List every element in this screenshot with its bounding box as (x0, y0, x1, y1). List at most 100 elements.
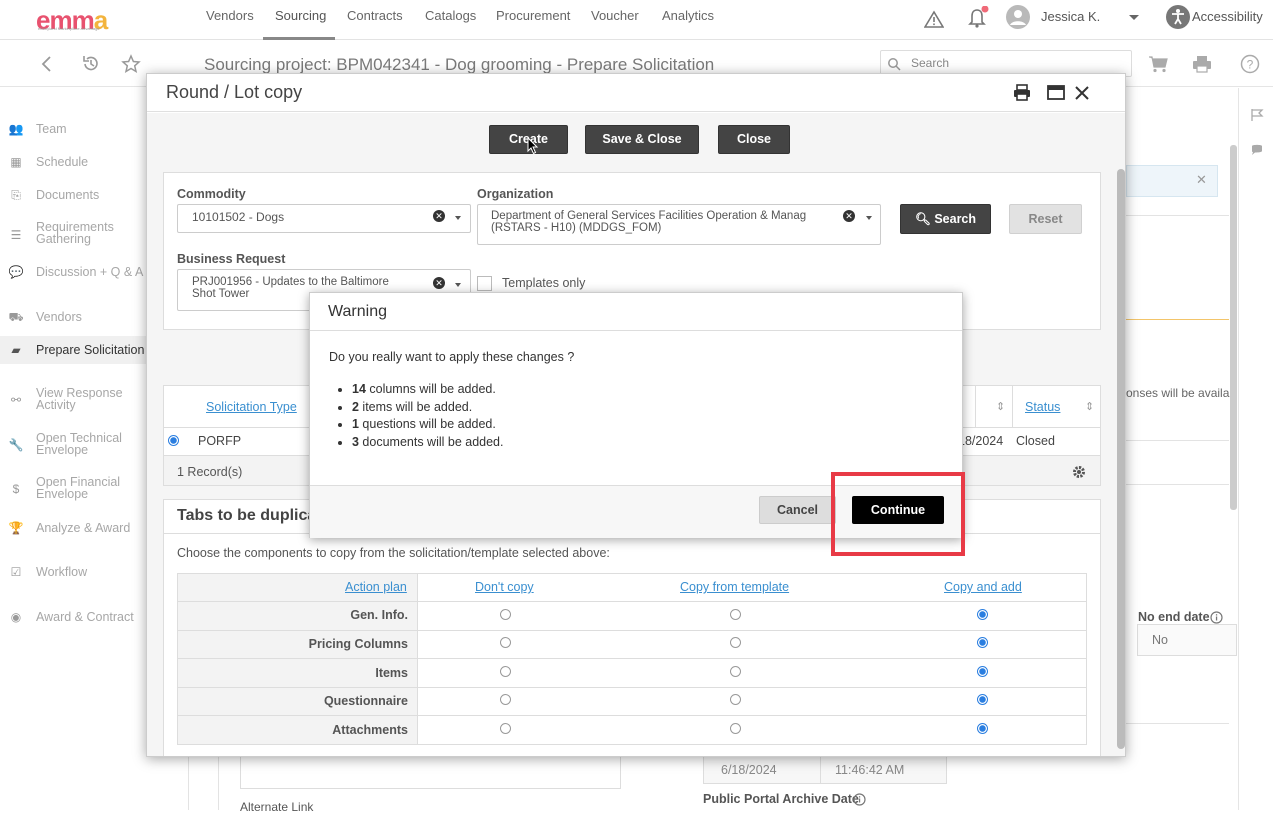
sidebar-item-discussion[interactable]: 💬 Discussion + Q & A (8, 265, 144, 279)
dont-copy-header[interactable]: Don't copy (475, 580, 534, 594)
time-value: 11:46:42 AM (835, 763, 905, 777)
sort-icon[interactable]: ⇕ (1085, 400, 1094, 413)
sidebar-item-vendors[interactable]: ⛟ Vendors (8, 310, 81, 326)
nav-catalogs[interactable]: Catalogs (425, 8, 476, 23)
page-scrollbar[interactable] (1230, 145, 1237, 510)
gear-icon[interactable] (1072, 465, 1086, 479)
sidebar-item-requirements[interactable]: ☰ Requirements Gathering (8, 221, 148, 246)
sidebar-item-analyze-award[interactable]: 🏆 Analyze & Award (8, 521, 131, 535)
tabs-instruction: Choose the components to copy from the s… (177, 546, 610, 560)
sidebar-item-open-technical[interactable]: 🔧 Open Technical Envelope (8, 432, 128, 457)
cart-icon[interactable] (1148, 55, 1168, 73)
sidebar-item-award-contract[interactable]: ◉ Award & Contract (8, 610, 134, 624)
cancel-button[interactable]: Cancel (759, 496, 836, 524)
items-copy-template-radio[interactable] (730, 666, 741, 677)
printer-icon[interactable] (1192, 55, 1212, 73)
row-label-pricing-columns: Pricing Columns (308, 637, 408, 651)
help-icon[interactable]: ? (1240, 54, 1260, 74)
modal-scrollbar[interactable] (1117, 169, 1125, 749)
sidebar-item-documents[interactable]: ⎘ Documents (8, 188, 99, 203)
user-name[interactable]: Jessica K. (1041, 9, 1100, 24)
right-rail-divider (1238, 88, 1239, 810)
row-select-radio[interactable] (168, 435, 179, 446)
warning-header (310, 293, 962, 331)
gen-info-dont-copy-radio[interactable] (500, 609, 511, 620)
close-banner-icon[interactable]: ✕ (1196, 172, 1207, 188)
column-divider (1012, 386, 1013, 428)
emma-logo[interactable]: emma (36, 5, 108, 36)
bg-textarea[interactable] (240, 757, 621, 789)
items-dont-copy-radio[interactable] (500, 666, 511, 677)
flag-icon[interactable] (1250, 108, 1264, 122)
status-column[interactable]: Status (1025, 400, 1060, 414)
row-solicitation-type: PORFP (198, 434, 242, 448)
clear-business-request-icon[interactable]: ✕ (433, 277, 445, 289)
questionnaire-copy-add-radio[interactable] (977, 694, 988, 705)
star-icon[interactable] (121, 54, 141, 74)
gen-info-copy-add-radio[interactable] (977, 609, 988, 620)
sort-icon[interactable]: ⇕ (996, 400, 1005, 413)
questionnaire-dont-copy-radio[interactable] (500, 694, 511, 705)
nav-analytics[interactable]: Analytics (662, 8, 714, 23)
items-copy-add-radio[interactable] (977, 666, 988, 677)
nav-sourcing[interactable]: Sourcing (275, 8, 326, 23)
attachments-dont-copy-radio[interactable] (500, 723, 511, 734)
accessibility-label[interactable]: Accessibility (1192, 9, 1263, 24)
sidebar-item-schedule[interactable]: ▦ Schedule (8, 155, 88, 169)
sidebar-item-workflow[interactable]: ☑ Workflow (8, 565, 88, 579)
attachments-copy-template-radio[interactable] (730, 723, 741, 734)
sidebar-item-team[interactable]: 👥 Team (8, 122, 67, 136)
info-icon (853, 793, 866, 806)
nav-voucher[interactable]: Voucher (591, 8, 639, 23)
nav-vendors[interactable]: Vendors (206, 8, 254, 23)
highlight-box (831, 472, 965, 556)
clear-organization-icon[interactable]: ✕ (843, 210, 855, 222)
reset-button[interactable]: Reset (1009, 204, 1082, 234)
maximize-icon[interactable] (1047, 85, 1065, 100)
grid-row-line (178, 658, 1086, 659)
clear-commodity-icon[interactable]: ✕ (433, 210, 445, 222)
comment-icon[interactable] (1250, 143, 1264, 157)
warning-title: Warning (328, 303, 387, 320)
print-icon[interactable] (1013, 84, 1031, 102)
questionnaire-copy-template-radio[interactable] (730, 694, 741, 705)
dollar-icon: $ (12, 482, 20, 496)
bg-divider-accent (1126, 319, 1229, 320)
sidebar-item-open-financial[interactable]: $ Open Financial Envelope (8, 476, 128, 501)
back-arrow-icon[interactable] (40, 56, 54, 72)
warning-triangle-icon[interactable] (924, 10, 944, 28)
users-icon: 👥 (8, 122, 24, 136)
organization-label: Organization (477, 187, 554, 201)
pricing-copy-template-radio[interactable] (730, 637, 741, 648)
components-label-column (178, 574, 418, 744)
copy-and-add-header[interactable]: Copy and add (944, 580, 1022, 594)
templates-only-checkbox[interactable] (477, 276, 492, 291)
sidebar-item-view-response[interactable]: ⚯ View Response Activity (8, 387, 128, 412)
pricing-dont-copy-radio[interactable] (500, 637, 511, 648)
save-close-button[interactable]: Save & Close (585, 125, 699, 154)
attachments-copy-add-radio[interactable] (977, 723, 988, 734)
action-plan-header[interactable]: Action plan (345, 580, 407, 594)
sidebar-item-prepare-solicitation[interactable]: ▰ Prepare Solicitation (8, 343, 144, 357)
copy-from-template-header[interactable]: Copy from template (680, 580, 789, 594)
row-label-items: Items (375, 666, 408, 680)
bell-icon[interactable] (966, 6, 990, 28)
nav-procurement[interactable]: Procurement (496, 8, 570, 23)
row-label-questionnaire: Questionnaire (323, 694, 408, 708)
chevron-down-icon[interactable] (455, 283, 461, 287)
chevron-down-icon[interactable] (866, 216, 872, 220)
history-icon[interactable] (81, 54, 101, 74)
chevron-down-icon[interactable] (455, 216, 461, 220)
chevron-down-icon[interactable] (1128, 14, 1140, 22)
close-button[interactable]: Close (718, 125, 790, 154)
close-icon[interactable] (1075, 86, 1089, 100)
no-end-date-value: No (1152, 633, 1168, 647)
nav-contracts[interactable]: Contracts (347, 8, 403, 23)
pricing-copy-add-radio[interactable] (977, 637, 988, 648)
accessibility-icon[interactable] (1165, 4, 1191, 30)
commodity-label: Commodity (177, 187, 246, 201)
gen-info-copy-template-radio[interactable] (730, 609, 741, 620)
user-avatar-icon[interactable] (1005, 4, 1031, 30)
search-button[interactable]: 🔍︎ Search (900, 204, 991, 234)
solicitation-type-column[interactable]: Solicitation Type (206, 400, 297, 414)
